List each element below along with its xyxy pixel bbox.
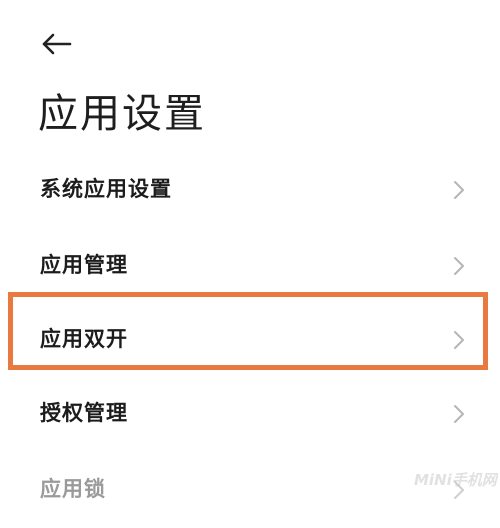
chevron-right-icon (452, 330, 466, 350)
menu-item-label: 授权管理 (40, 401, 128, 425)
watermark-logo: MiNi手机网 (414, 471, 498, 489)
arrow-left-icon (42, 33, 72, 55)
back-button[interactable] (38, 28, 74, 60)
menu-item-label: 应用双开 (40, 327, 128, 351)
chevron-right-icon (452, 180, 466, 200)
svg-text:MiNi手机网: MiNi手机网 (414, 471, 498, 489)
menu-item-permissions[interactable]: 授权管理 (0, 376, 500, 452)
chevron-right-icon (452, 404, 466, 424)
page-title: 应用设置 (38, 91, 206, 137)
menu-item-app-management[interactable]: 应用管理 (0, 228, 500, 304)
menu-item-label: 应用锁 (40, 477, 106, 501)
menu-item-label: 系统应用设置 (40, 177, 172, 201)
menu-item-label: 应用管理 (40, 253, 128, 277)
chevron-right-icon (452, 256, 466, 276)
menu-item-dual-apps[interactable]: 应用双开 (0, 302, 500, 378)
menu-item-system-app-settings[interactable]: 系统应用设置 (0, 152, 500, 228)
